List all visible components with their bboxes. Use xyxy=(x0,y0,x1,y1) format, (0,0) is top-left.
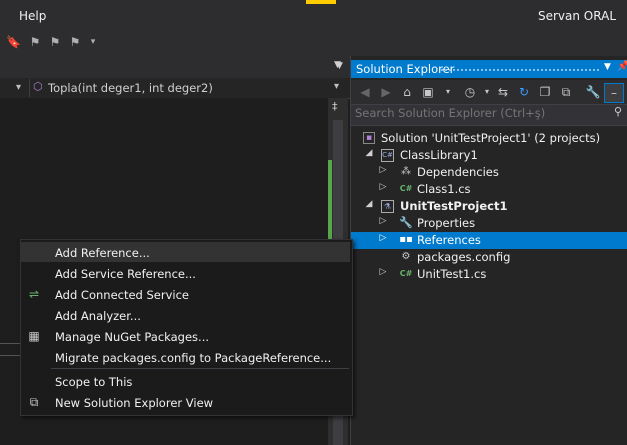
tree-item-properties[interactable]: ▷ 🔧 Properties xyxy=(351,215,627,232)
tree-item-dependencies[interactable]: ▷ ⁂ Dependencies xyxy=(351,164,627,181)
menu-manage-nuget[interactable]: ▦ Manage NuGet Packages... xyxy=(21,326,350,346)
nav-method-label: Topla(int deger1, int deger2) xyxy=(48,81,213,95)
show-all-files-icon[interactable]: ⧉ xyxy=(558,84,574,100)
tree-item-packages-config[interactable]: ⚙ packages.config xyxy=(351,249,627,266)
collapsed-arrow-icon[interactable]: ▷ xyxy=(378,182,388,192)
chevron-down-icon: ▾ xyxy=(16,82,22,93)
expanded-arrow-icon[interactable]: ◢ xyxy=(364,199,374,209)
bookmark-next-icon[interactable]: ⚑ xyxy=(48,35,62,49)
preview-icon[interactable]: – xyxy=(604,83,624,103)
collapsed-arrow-icon[interactable]: ▷ xyxy=(378,233,388,243)
switch-views-icon[interactable]: ▣ xyxy=(420,84,436,100)
tree-item-class1-cs[interactable]: ▷ C# Class1.cs xyxy=(351,181,627,198)
config-file-icon: ⚙ xyxy=(401,251,411,262)
menu-add-analyzer[interactable]: Add Analyzer... xyxy=(21,305,350,325)
divider xyxy=(0,355,20,356)
search-icon[interactable]: ⚲ xyxy=(614,105,622,118)
dependencies-icon: ⁂ xyxy=(401,166,411,177)
nav-type-dropdown[interactable]: ▾ xyxy=(0,80,28,96)
connected-service-icon: ⇌ xyxy=(28,287,40,301)
panel-dropdown-icon[interactable]: ▼ xyxy=(336,61,343,71)
menu-add-reference[interactable]: Add Reference... xyxy=(21,242,350,262)
expanded-arrow-icon[interactable]: ◢ xyxy=(364,148,374,158)
menu-add-connected-service[interactable]: ⇌ Add Connected Service xyxy=(21,284,350,304)
menu-add-service-reference[interactable]: Add Service Reference... xyxy=(21,263,350,283)
sync-icon[interactable]: ⇆ xyxy=(495,84,511,100)
collapsed-arrow-icon[interactable]: ▷ xyxy=(378,267,388,277)
chevron-down-icon: ▾ xyxy=(334,81,340,92)
collapse-all-icon[interactable]: ❐ xyxy=(537,84,553,100)
home-icon[interactable]: ⌂ xyxy=(399,84,415,100)
search-input[interactable] xyxy=(355,106,605,120)
user-account[interactable]: Servan ORAL xyxy=(538,9,616,23)
tree-item-unittest1-cs[interactable]: ▷ C# UnitTest1.cs xyxy=(351,266,627,283)
bookmark-icon[interactable]: 🔖 xyxy=(6,35,21,49)
accent-strip xyxy=(306,0,336,4)
collapsed-arrow-icon[interactable]: ▷ xyxy=(378,216,388,226)
csharp-file-icon: C# xyxy=(399,269,413,278)
window-dropdown-icon[interactable]: ▼ xyxy=(604,62,611,72)
test-project-icon: ⚗ xyxy=(381,200,394,213)
pending-changes-icon[interactable]: ◷ xyxy=(462,84,478,100)
solution-icon: ▪ xyxy=(363,132,375,144)
menu-bar xyxy=(0,0,627,32)
chevron-down-icon[interactable]: ▾ xyxy=(479,84,495,100)
collapsed-arrow-icon[interactable]: ▷ xyxy=(378,165,388,175)
titlebar-grip xyxy=(440,68,600,72)
properties-icon[interactable]: 🔧 xyxy=(585,84,601,100)
chevron-down-icon[interactable]: ▾ xyxy=(440,84,456,100)
refresh-icon[interactable]: ↻ xyxy=(516,84,532,100)
csharp-project-icon: C# xyxy=(381,149,394,162)
back-icon[interactable]: ◀ xyxy=(357,84,373,100)
toolbar-overflow-icon[interactable]: ▾ xyxy=(86,35,100,49)
tree-item-classlibrary1[interactable]: ◢ C# ClassLibrary1 xyxy=(351,147,627,164)
toolbar: 🔖 ⚑ ⚑ ⚑ ▾ xyxy=(0,32,627,56)
bookmark-folder-icon[interactable]: ⚑ xyxy=(68,35,82,49)
menu-scope-to-this[interactable]: Scope to This xyxy=(21,371,350,391)
wrench-icon: 🔧 xyxy=(399,216,413,229)
change-marker xyxy=(328,160,332,250)
editor-tab-strip: ▼ xyxy=(0,56,350,78)
new-view-icon: ⧉ xyxy=(29,395,39,409)
references-icon: ▪▪ xyxy=(399,234,413,245)
nuget-icon: ▦ xyxy=(28,329,40,343)
menu-new-solution-explorer-view[interactable]: ⧉ New Solution Explorer View xyxy=(21,392,350,412)
tree-item-unittestproject1[interactable]: ◢ ⚗ UnitTestProject1 xyxy=(351,198,627,215)
menu-help[interactable]: Help xyxy=(19,9,46,23)
menu-separator xyxy=(51,368,349,369)
bookmark-prev-icon[interactable]: ⚑ xyxy=(28,35,42,49)
forward-icon[interactable]: ▶ xyxy=(378,84,394,100)
tree-item-references[interactable]: ▷ ▪▪ References xyxy=(351,232,627,249)
divider xyxy=(0,343,20,344)
pin-icon[interactable]: 📌 xyxy=(617,61,627,72)
csharp-file-icon: C# xyxy=(399,184,413,193)
tree-item-solution[interactable]: ▪ Solution 'UnitTestProject1' (2 project… xyxy=(351,130,627,147)
menu-migrate-packages[interactable]: Migrate packages.config to PackageRefere… xyxy=(21,347,350,367)
split-icon[interactable]: ‡ xyxy=(332,100,338,113)
method-icon: ⬡ xyxy=(33,80,43,93)
